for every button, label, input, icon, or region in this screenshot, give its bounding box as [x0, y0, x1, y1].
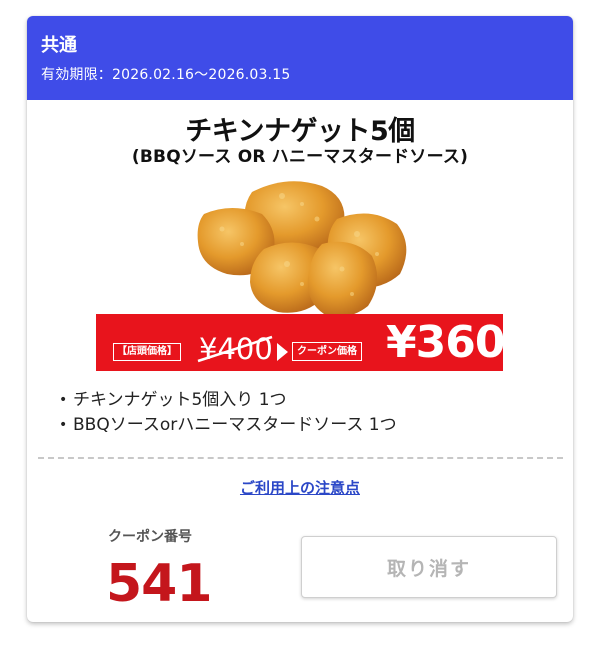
cancel-button[interactable]: 取り消す	[301, 536, 557, 598]
strikethrough-icon	[197, 335, 273, 363]
validity-period: 有効期限：2026.02.16〜2026.03.15	[41, 67, 291, 83]
coupon-number-label: クーポン番号	[108, 529, 192, 545]
store-price-label: 【店頭価格】	[113, 343, 181, 361]
coupon-card: 共通 有効期限：2026.02.16〜2026.03.15 チキンナゲット5個 …	[27, 16, 573, 622]
coupon-category: 共通	[41, 35, 77, 56]
coupon-number: 541	[106, 554, 213, 614]
chicken-nuggets-image	[197, 181, 407, 317]
included-items-list: チキンナゲット5個入り 1つ BBQソースorハニーマスタードソース 1つ	[57, 388, 397, 438]
coupon-price-label: クーポン価格	[292, 342, 362, 361]
coupon-header: 共通 有効期限：2026.02.16〜2026.03.15	[27, 16, 573, 100]
price-banner: 【店頭価格】 ¥400 クーポン価格 ¥360	[96, 314, 505, 371]
list-item: チキンナゲット5個入り 1つ	[57, 388, 397, 413]
product-title: チキンナゲット5個	[185, 116, 415, 147]
arrow-right-icon	[277, 343, 288, 361]
usage-notes-link[interactable]: ご利用上の注意点	[27, 478, 573, 498]
dashed-divider	[38, 457, 563, 459]
coupon-price: ¥360	[386, 317, 505, 368]
product-subtitle: (BBQソース OR ハニーマスタードソース)	[131, 147, 469, 167]
list-item: BBQソースorハニーマスタードソース 1つ	[57, 413, 397, 438]
